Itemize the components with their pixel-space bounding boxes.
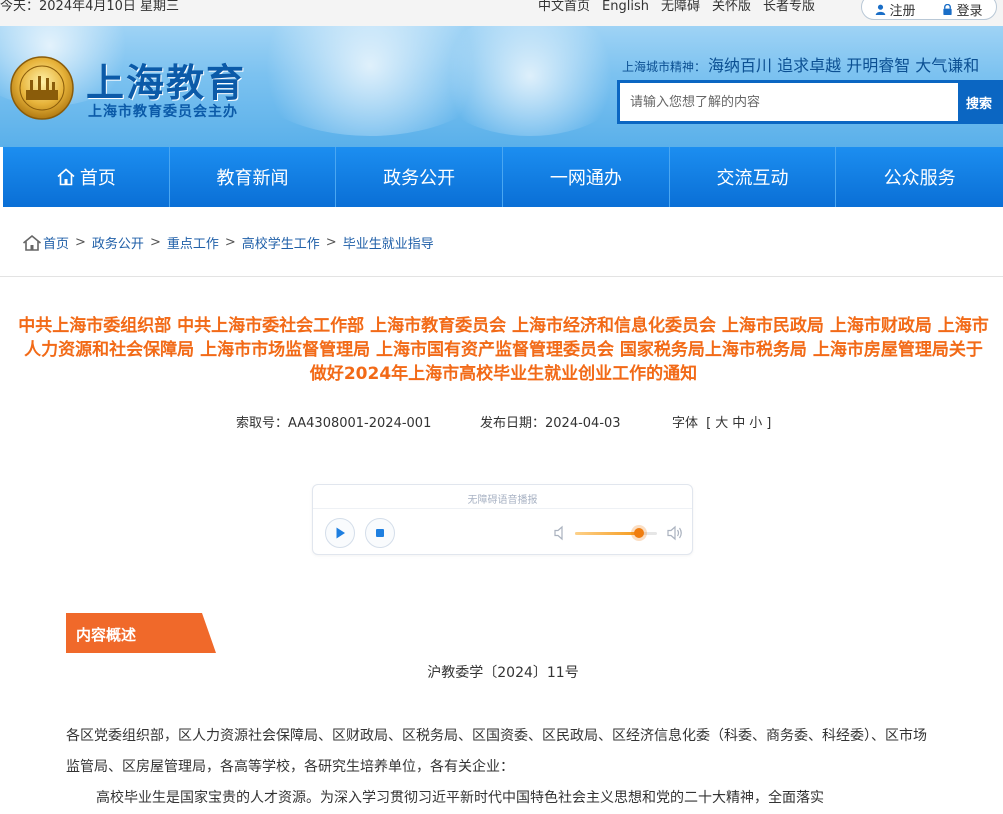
site-logo-title[interactable]: 上海教育 [86, 52, 246, 107]
nav-government-affairs[interactable]: 政务公开 [336, 147, 504, 207]
section-tab-label: 内容概述 [76, 626, 137, 644]
city-spirit: 上海城市精神： 海纳百川 追求卓越 开明睿智 大气谦和 [622, 52, 979, 76]
font-bracket-close: ] [766, 416, 772, 431]
breadcrumb-separator: > [149, 235, 161, 250]
audio-player: 无障碍语音播报 [312, 484, 693, 555]
breadcrumb-government-affairs[interactable]: 政务公开 [92, 233, 144, 252]
breadcrumb-key-work[interactable]: 重点工作 [167, 233, 219, 252]
login-label: 登录 [956, 3, 983, 19]
publish-date: 发布日期：2024-04-03 [480, 412, 670, 431]
nav-education-news[interactable]: 教育新闻 [170, 147, 337, 207]
index-label: 索取号： [236, 416, 289, 431]
link-chinese-home[interactable]: 中文首页 [538, 0, 590, 14]
volume-low-icon[interactable] [553, 525, 567, 541]
link-elder-version[interactable]: 长者专版 [763, 0, 815, 14]
link-english[interactable]: English [602, 0, 649, 14]
breadcrumb-separator: > [325, 235, 337, 250]
login-link[interactable]: 登录 [942, 0, 983, 19]
site-header: 上海教育 上海市教育委员会主办 上海城市精神： 海纳百川 追求卓越 开明睿智 大… [0, 26, 1003, 147]
index-number: 索取号：AA4308001-2024-001 [236, 412, 480, 431]
main-nav: 首页 教育新闻 政务公开 一网通办 交流互动 公众服务 [3, 147, 1003, 207]
stop-icon [376, 529, 384, 537]
home-icon [57, 168, 75, 186]
play-button[interactable] [325, 518, 355, 548]
content-paragraph: 各区党委组织部，区人力资源社会保障局、区财政局、区税务局、区国资委、区民政局、区… [66, 728, 927, 775]
nav-one-stop-service[interactable]: 一网通办 [503, 147, 670, 207]
font-size-small[interactable]: 小 [749, 416, 762, 431]
font-size-large[interactable]: 大 [715, 416, 728, 431]
nav-home[interactable]: 首页 [3, 147, 170, 207]
top-links: 中文首页 English 无障碍 关怀版 长者专版 [538, 0, 815, 14]
breadcrumb-separator: > [224, 235, 236, 250]
register-link[interactable]: 注册 [875, 0, 916, 19]
article-meta: 索取号：AA4308001-2024-001 发布日期：2024-04-03 字… [236, 412, 773, 431]
content-paragraph: 高校毕业生是国家宝贵的人才资源。为深入学习贯彻习近平新时代中国特色社会主义思想和… [96, 790, 824, 806]
search-bar: 搜索 [617, 80, 1003, 124]
font-size-medium[interactable]: 中 [732, 416, 745, 431]
publish-date-label: 发布日期： [480, 416, 546, 431]
city-spirit-label: 上海城市精神： [622, 60, 707, 74]
volume-slider-knob[interactable] [633, 528, 644, 538]
link-accessibility[interactable]: 无障碍 [661, 0, 700, 14]
breadcrumb-employment-guidance[interactable]: 毕业生就业指导 [343, 233, 434, 252]
divider [0, 276, 1003, 277]
breadcrumb: 首页 > 政务公开 > 重点工作 > 高校学生工作 > 毕业生就业指导 [22, 233, 434, 252]
font-bracket-open: [ [706, 416, 712, 431]
link-care-version[interactable]: 关怀版 [712, 0, 751, 14]
register-label: 注册 [889, 3, 916, 19]
header-decoration [430, 26, 630, 136]
nav-public-service[interactable]: 公众服务 [836, 147, 1003, 207]
breadcrumb-student-work[interactable]: 高校学生工作 [242, 233, 320, 252]
user-icon [876, 4, 886, 15]
document-number: 沪教委学〔2024〕11号 [427, 665, 579, 681]
top-bar: 今天：2024年4月10日 星期三 中文首页 English 无障碍 关怀版 长… [0, 0, 1003, 26]
nav-interaction[interactable]: 交流互动 [670, 147, 837, 207]
account-box: 注册 登录 [861, 0, 997, 20]
article-title: 中共上海市委组织部 中共上海市委社会工作部 上海市教育委员会 上海市经济和信息化… [18, 316, 989, 384]
site-logo-subtitle: 上海市教育委员会主办 [88, 104, 238, 120]
breadcrumb-home[interactable]: 首页 [43, 233, 69, 252]
section-tab: 内容概述 [66, 613, 216, 653]
volume-high-icon[interactable] [666, 525, 684, 541]
breadcrumb-separator: > [75, 235, 86, 250]
nav-home-label: 首页 [79, 168, 116, 189]
font-size-switcher: 字体 [大中小] [670, 412, 773, 431]
publish-date-value: 2024-04-03 [545, 416, 621, 431]
current-date: 今天：2024年4月10日 星期三 [0, 0, 180, 14]
search-input[interactable] [620, 83, 958, 121]
city-spirit-text: 海纳百川 追求卓越 开明睿智 大气谦和 [708, 56, 980, 75]
home-icon [22, 234, 42, 251]
audio-player-caption: 无障碍语音播报 [467, 495, 538, 506]
font-size-label: 字体 [672, 416, 699, 431]
stop-button[interactable] [365, 518, 395, 548]
volume-slider[interactable] [575, 528, 657, 538]
logo-emblem-icon [10, 56, 74, 120]
lock-icon [943, 3, 953, 15]
play-icon [336, 527, 345, 539]
audio-player-divider [313, 508, 692, 509]
index-value: AA4308001-2024-001 [288, 416, 432, 431]
search-button[interactable]: 搜索 [958, 83, 1000, 121]
volume-slider-fill [575, 532, 639, 535]
